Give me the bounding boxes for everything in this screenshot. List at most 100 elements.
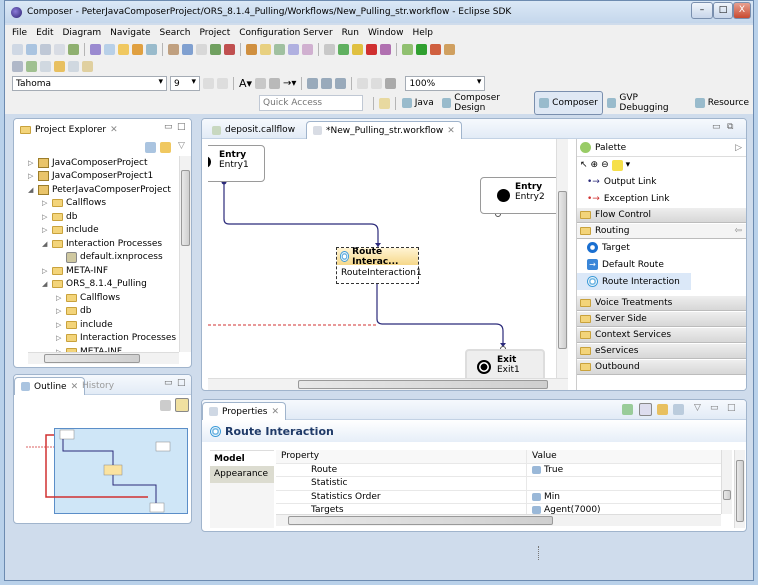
scroll-thumb[interactable] <box>298 380 548 389</box>
navigation-icon[interactable] <box>68 61 79 72</box>
minimize-icon[interactable]: ▭ <box>164 378 173 388</box>
italic-icon[interactable] <box>217 78 228 89</box>
menu-navigate[interactable]: Navigate <box>110 28 150 38</box>
arrange-icon[interactable] <box>307 78 319 89</box>
table-row[interactable]: Statistics Order Min <box>276 490 721 504</box>
toolbar-action-icon[interactable] <box>302 44 313 55</box>
menu-file[interactable]: File <box>12 28 27 38</box>
toolbar-action-icon[interactable] <box>416 44 427 55</box>
filter-icon[interactable] <box>657 404 668 415</box>
expand-toggle-icon[interactable]: ◢ <box>42 280 49 288</box>
scroll-thumb[interactable] <box>181 170 190 246</box>
navigation-icon[interactable] <box>54 61 65 72</box>
perspective-composer-design[interactable]: Composer Design <box>438 91 534 115</box>
zoom-in-icon[interactable]: ⊕ <box>591 160 599 170</box>
menu-run[interactable]: Run <box>342 28 359 38</box>
project-explorer-tab[interactable]: Project Explorer ✕ <box>14 121 124 139</box>
tree-item[interactable]: ▷ META-INF <box>28 264 178 278</box>
table-row[interactable]: Statistic <box>276 477 721 491</box>
expand-toggle-icon[interactable]: ◢ <box>42 240 49 248</box>
expand-toggle-icon[interactable]: ▷ <box>56 321 63 329</box>
menu-project[interactable]: Project <box>199 28 230 38</box>
tree-item[interactable]: ▷ JavaComposerProject1 <box>28 170 178 184</box>
menu-window[interactable]: Window <box>368 28 404 38</box>
scroll-thumb[interactable] <box>723 490 731 500</box>
tree-item[interactable]: default.ixnprocess <box>28 251 178 265</box>
navigation-icon[interactable] <box>82 61 93 72</box>
entry1-node[interactable]: Entry Entry1 <box>208 145 265 182</box>
toolbar-action-icon[interactable] <box>288 44 299 55</box>
perspective-java[interactable]: Java <box>398 91 438 115</box>
zoom-out-icon[interactable]: ⊖ <box>601 160 609 170</box>
menu-configuration-server[interactable]: Configuration Server <box>239 28 332 38</box>
toolbar-action-icon[interactable] <box>224 44 235 55</box>
restore-icon[interactable]: ⧉ <box>727 122 733 132</box>
expand-toggle-icon[interactable]: ▷ <box>56 294 63 302</box>
toolbar-action-icon[interactable] <box>54 44 65 55</box>
tree-item[interactable]: ◢ PeterJavaComposerProject <box>28 183 178 197</box>
tab-history[interactable]: History <box>76 377 120 395</box>
route-interaction-node[interactable]: Route Interac... RouteInteraction1 <box>336 247 422 284</box>
panel-vertical-scrollbar[interactable] <box>734 450 745 528</box>
minimize-icon[interactable]: ▭ <box>164 122 173 132</box>
categories-icon[interactable] <box>639 403 652 416</box>
tree-item[interactable]: ▷ db <box>28 210 178 224</box>
view-menu-icon[interactable]: ▽ <box>694 403 701 413</box>
toolbar-action-icon[interactable] <box>366 44 377 55</box>
quick-access-input[interactable] <box>259 95 363 111</box>
scroll-thumb[interactable] <box>736 460 744 522</box>
table-row[interactable]: Route True <box>276 463 721 477</box>
open-perspective-icon[interactable] <box>378 97 390 109</box>
toolbar-action-icon[interactable] <box>274 44 285 55</box>
table-vertical-scrollbar[interactable] <box>721 450 732 514</box>
palette-target[interactable]: Target <box>577 239 746 256</box>
drawer-server-side[interactable]: Server Side <box>577 311 746 327</box>
collapse-all-icon[interactable] <box>145 142 156 153</box>
toolbar-action-icon[interactable] <box>210 44 221 55</box>
view-menu-icon[interactable]: ▽ <box>178 141 185 151</box>
perspective-composer[interactable]: Composer <box>534 91 603 115</box>
link-with-editor-icon[interactable] <box>160 142 171 153</box>
pin-icon[interactable]: ⇦ <box>734 226 742 236</box>
align-icon[interactable] <box>335 78 347 89</box>
perspective-resource[interactable]: Resource <box>691 91 753 115</box>
drawer-context-services[interactable]: Context Services <box>577 327 746 343</box>
tree-vertical-scrollbar[interactable] <box>179 156 191 352</box>
font-color-icon[interactable]: A▾ <box>239 77 252 90</box>
expand-toggle-icon[interactable]: ▷ <box>42 226 49 234</box>
menu-help[interactable]: Help <box>412 28 433 38</box>
tree-item[interactable]: ▷ Callflows <box>28 197 178 211</box>
property-value[interactable]: Min <box>544 492 560 502</box>
tab-new-pulling-workflow[interactable]: *New_Pulling_str.workflow ✕ <box>306 121 462 139</box>
toolbar-action-icon[interactable] <box>260 44 271 55</box>
advanced-icon[interactable] <box>673 404 684 415</box>
drawer-eservices[interactable]: eServices <box>577 343 746 359</box>
close-icon[interactable]: ✕ <box>271 407 279 417</box>
tree-view-icon[interactable] <box>160 400 171 411</box>
tree-item[interactable]: ▷ Interaction Processes <box>28 332 178 346</box>
overview-icon[interactable] <box>175 398 189 412</box>
expand-toggle-icon[interactable]: ▷ <box>42 267 49 275</box>
maximize-icon[interactable]: □ <box>177 122 186 132</box>
minimize-button[interactable]: – <box>691 2 713 19</box>
canvas-vertical-scrollbar[interactable] <box>556 139 568 378</box>
toolbar-action-icon[interactable] <box>104 44 115 55</box>
toolbar-action-icon[interactable] <box>40 44 51 55</box>
tree-item[interactable]: ▷ include <box>28 318 178 332</box>
route-icon[interactable] <box>371 78 383 89</box>
section-tab-appearance[interactable]: Appearance <box>210 466 274 483</box>
expand-toggle-icon[interactable]: ▷ <box>56 334 63 342</box>
drawer-voice-treatments[interactable]: Voice Treatments <box>577 295 746 311</box>
tab-outline[interactable]: Outline ✕ <box>14 377 86 395</box>
toolbar-action-icon[interactable] <box>430 44 441 55</box>
outline-overview[interactable] <box>18 417 188 517</box>
canvas-horizontal-scrollbar[interactable] <box>208 378 568 390</box>
section-tab-model[interactable]: Model <box>210 450 274 466</box>
size-icon[interactable] <box>357 78 369 89</box>
toolbar-action-icon[interactable] <box>168 44 179 55</box>
toolbar-action-icon[interactable] <box>196 44 207 55</box>
drawer-routing[interactable]: Routing ⇦ <box>577 223 746 239</box>
navigation-icon[interactable] <box>12 61 23 72</box>
palette-output-link[interactable]: •→ Output Link <box>577 173 746 190</box>
property-value[interactable]: True <box>544 465 563 475</box>
